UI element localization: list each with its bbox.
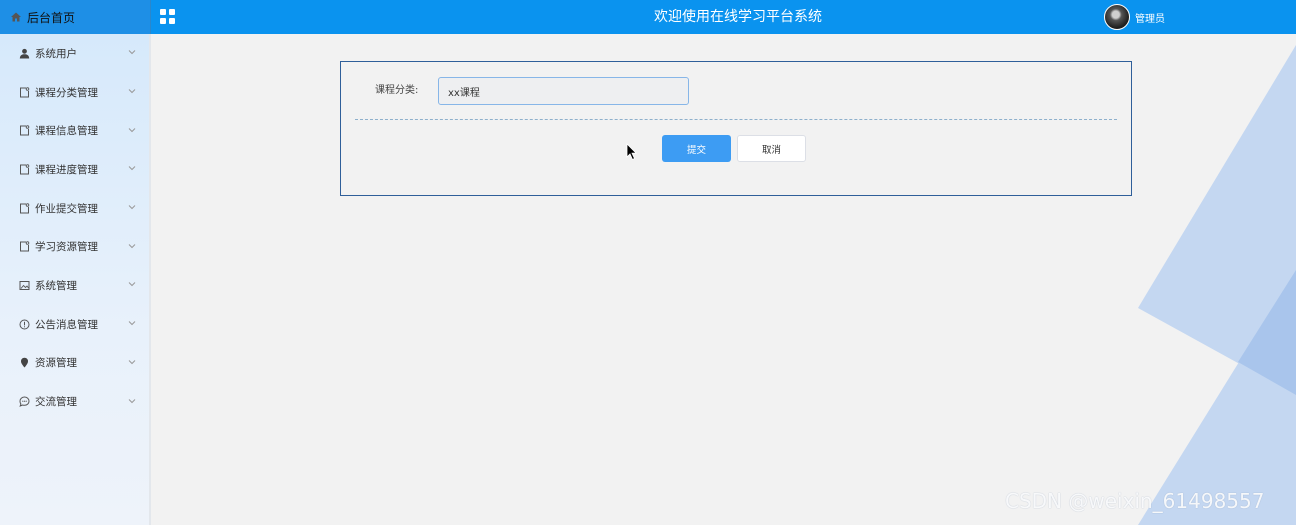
- sidebar-item-system-users[interactable]: 系统用户: [0, 34, 149, 73]
- chevron-down-icon: [128, 127, 136, 132]
- submit-button[interactable]: 提交: [662, 135, 731, 162]
- info-icon: [18, 318, 30, 330]
- picture-icon: [18, 279, 30, 291]
- sidebar-item-label: 课程分类管理: [35, 86, 98, 99]
- user-menu[interactable]: 管理员: [1104, 4, 1165, 30]
- chevron-down-icon: [128, 321, 136, 326]
- chevron-down-icon: [128, 282, 136, 287]
- category-label: 课程分类:: [375, 85, 419, 96]
- chevron-down-icon: [128, 243, 136, 248]
- mouse-cursor-icon: [626, 143, 638, 161]
- doc-icon: [18, 202, 30, 214]
- sidebar-item-label: 公告消息管理: [35, 318, 98, 331]
- doc-icon: [18, 163, 30, 175]
- doc-icon: [18, 125, 30, 137]
- chevron-down-icon: [128, 89, 136, 94]
- sidebar-item-label: 课程信息管理: [35, 125, 98, 138]
- sidebar-item-label: 交流管理: [35, 396, 77, 409]
- sidebar-item-communication[interactable]: 交流管理: [0, 382, 149, 421]
- page-title: 欢迎使用在线学习平台系统: [654, 9, 822, 25]
- top-bar: 后台首页 欢迎使用在线学习平台系统 管理员: [0, 0, 1296, 34]
- avatar[interactable]: [1104, 4, 1130, 30]
- cancel-button[interactable]: 取消: [737, 135, 806, 162]
- divider: [355, 119, 1117, 120]
- user-name: 管理员: [1135, 13, 1165, 25]
- doc-icon: [18, 241, 30, 253]
- category-name-input[interactable]: [438, 77, 689, 105]
- sidebar-item-label: 系统用户: [35, 47, 77, 60]
- user-icon: [18, 47, 30, 59]
- watermark: CSDN @weixin_61498557: [1005, 489, 1265, 513]
- chevron-down-icon: [128, 205, 136, 210]
- sidebar-item-label: 学习资源管理: [35, 241, 98, 254]
- chevron-down-icon: [128, 359, 136, 365]
- sidebar-item-announcements[interactable]: 公告消息管理: [0, 305, 149, 344]
- sidebar: 系统用户 课程分类管理 课程信息管理 课程进度管理 作业提交管理 学习资源管理: [0, 34, 151, 525]
- course-category-form: 课程分类: 提交 取消: [340, 61, 1132, 196]
- sidebar-item-system-management[interactable]: 系统管理: [0, 266, 149, 305]
- pin-icon: [18, 357, 30, 369]
- sidebar-item-homework[interactable]: 作业提交管理: [0, 189, 149, 228]
- chevron-down-icon: [128, 50, 136, 55]
- sidebar-item-label: 课程进度管理: [35, 163, 98, 176]
- sidebar-item-course-category[interactable]: 课程分类管理: [0, 73, 149, 112]
- category-form-row: 课程分类:: [341, 77, 1131, 105]
- sidebar-item-learning-resources[interactable]: 学习资源管理: [0, 227, 149, 266]
- sidebar-item-label: 作业提交管理: [35, 202, 98, 215]
- chevron-down-icon: [128, 166, 136, 171]
- sidebar-item-course-progress[interactable]: 课程进度管理: [0, 150, 149, 189]
- sidebar-item-course-info[interactable]: 课程信息管理: [0, 111, 149, 150]
- chevron-down-icon: [128, 398, 136, 403]
- sidebar-item-label: 系统管理: [35, 279, 77, 292]
- sidebar-item-resources[interactable]: 资源管理: [0, 344, 149, 383]
- chat-icon: [18, 396, 30, 408]
- sidebar-item-label: 资源管理: [35, 357, 77, 370]
- doc-icon: [18, 86, 30, 98]
